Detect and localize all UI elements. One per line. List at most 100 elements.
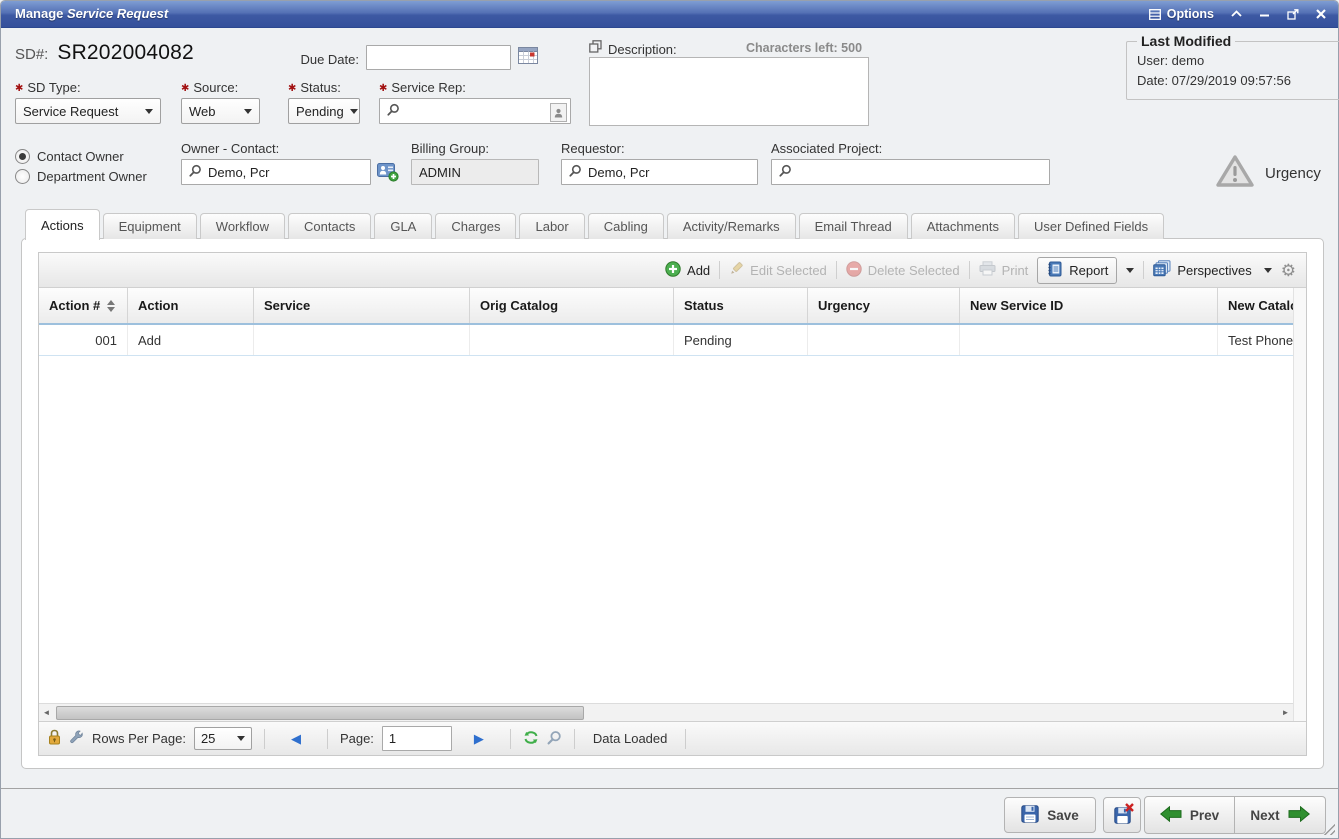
- tab-email-thread[interactable]: Email Thread: [799, 213, 908, 239]
- column-header-action[interactable]: Action: [128, 288, 254, 323]
- department-owner-radio[interactable]: Department Owner: [15, 169, 147, 184]
- tab-actions[interactable]: Actions: [25, 209, 100, 240]
- tab-user-defined-fields[interactable]: User Defined Fields: [1018, 213, 1164, 239]
- description-textarea[interactable]: [589, 57, 869, 126]
- next-button[interactable]: Next: [1235, 796, 1326, 834]
- pager-status: Data Loaded: [593, 731, 667, 746]
- tab-charges[interactable]: Charges: [435, 213, 516, 239]
- save-button[interactable]: Save: [1004, 797, 1096, 833]
- tab-activity-remarks[interactable]: Activity/Remarks: [667, 213, 796, 239]
- next-label: Next: [1250, 808, 1279, 823]
- search-icon: [779, 164, 792, 180]
- report-dropdown-icon[interactable]: [1126, 268, 1134, 277]
- urgency-label: Urgency: [1265, 165, 1321, 182]
- last-modified-user: User: demo: [1137, 51, 1339, 71]
- scrollbar-track[interactable]: [54, 705, 1278, 720]
- next-page-icon[interactable]: ▶: [474, 732, 484, 745]
- tab-labor[interactable]: Labor: [519, 213, 584, 239]
- page-label: Page:: [340, 731, 374, 746]
- grid-header-row: Action # Action Service Orig Catalog Sta…: [39, 288, 1293, 325]
- gear-icon[interactable]: ⚙: [1281, 262, 1296, 279]
- refresh-icon[interactable]: [523, 730, 539, 748]
- lock-icon[interactable]: [48, 729, 61, 748]
- rows-per-page-select[interactable]: 25: [194, 727, 252, 750]
- delete-selected-button[interactable]: Delete Selected: [846, 261, 960, 280]
- due-date-input[interactable]: [366, 45, 511, 70]
- search-icon: [189, 164, 202, 180]
- column-header-status[interactable]: Status: [674, 288, 808, 323]
- save-and-close-button[interactable]: [1103, 797, 1141, 833]
- column-header-urgency[interactable]: Urgency: [808, 288, 960, 323]
- urgency-indicator[interactable]: Urgency: [1215, 154, 1321, 193]
- description-header: Description:: [589, 40, 677, 58]
- column-header-new-catalog[interactable]: New Catalog: [1218, 288, 1293, 323]
- add-button[interactable]: Add: [665, 261, 710, 280]
- source-select[interactable]: Web: [181, 98, 260, 124]
- add-icon: [665, 261, 681, 280]
- service-rep-label: ✱Service Rep:: [379, 80, 466, 95]
- cell-service: [254, 325, 470, 355]
- billing-group-input: ADMIN: [411, 159, 539, 185]
- tab-attachments[interactable]: Attachments: [911, 213, 1015, 239]
- column-header-new-service-id[interactable]: New Service ID: [960, 288, 1218, 323]
- service-rep-input[interactable]: [379, 98, 571, 124]
- add-contact-icon[interactable]: [377, 162, 399, 187]
- minimize-icon[interactable]: [1259, 10, 1270, 18]
- owner-contact-input[interactable]: Demo, Pcr: [181, 159, 371, 185]
- column-header-orig-catalog[interactable]: Orig Catalog: [470, 288, 674, 323]
- options-button[interactable]: Options: [1149, 7, 1214, 21]
- pager-separator: [685, 729, 686, 749]
- scrollbar-thumb[interactable]: [56, 706, 584, 720]
- printer-icon: [979, 261, 996, 279]
- expand-icon[interactable]: [589, 40, 602, 58]
- prev-page-icon[interactable]: ◀: [291, 732, 301, 745]
- scroll-left-icon[interactable]: ◄: [39, 705, 54, 721]
- close-icon[interactable]: [1316, 9, 1326, 19]
- table-row[interactable]: 001 Add Pending Test Phone S: [39, 325, 1293, 356]
- report-button[interactable]: Report: [1037, 257, 1117, 284]
- grid-toolbar: Add Edit Selected Delete Selected: [39, 253, 1306, 288]
- popout-icon[interactable]: [1287, 9, 1299, 20]
- contact-owner-radio[interactable]: Contact Owner: [15, 149, 124, 164]
- options-label: Options: [1167, 7, 1214, 21]
- pager-separator: [327, 729, 328, 749]
- calendar-icon[interactable]: [518, 46, 538, 70]
- perspectives-button[interactable]: Perspectives: [1153, 260, 1271, 280]
- requestor-input[interactable]: Demo, Pcr: [561, 159, 758, 185]
- search-grid-icon[interactable]: [547, 730, 562, 748]
- associated-project-input[interactable]: [771, 159, 1050, 185]
- tab-equipment[interactable]: Equipment: [103, 213, 197, 239]
- tab-gla[interactable]: GLA: [374, 213, 432, 239]
- arrow-right-icon: [1288, 806, 1310, 825]
- prev-next-group: Prev Next: [1144, 796, 1326, 834]
- sort-icon: [107, 300, 115, 312]
- collapse-icon[interactable]: [1231, 10, 1242, 18]
- save-label: Save: [1047, 808, 1079, 823]
- sd-type-select[interactable]: Service Request: [15, 98, 161, 124]
- scroll-right-icon[interactable]: ►: [1278, 705, 1293, 721]
- page-input[interactable]: [382, 726, 452, 751]
- person-picker-icon[interactable]: [550, 103, 567, 122]
- horizontal-scrollbar[interactable]: ◄ ►: [39, 703, 1293, 721]
- print-button[interactable]: Print: [979, 261, 1029, 279]
- tab-workflow[interactable]: Workflow: [200, 213, 285, 239]
- prev-button[interactable]: Prev: [1144, 796, 1235, 834]
- edit-selected-button[interactable]: Edit Selected: [729, 261, 827, 279]
- perspectives-label: Perspectives: [1177, 263, 1251, 278]
- vertical-scrollbar[interactable]: [1293, 288, 1306, 721]
- last-modified-panel: Last Modified User: demo Date: 07/29/201…: [1126, 33, 1339, 100]
- tab-contacts[interactable]: Contacts: [288, 213, 371, 239]
- wrench-icon[interactable]: [69, 730, 84, 748]
- cell-status: Pending: [674, 325, 808, 355]
- last-modified-date: Date: 07/29/2019 09:57:56: [1137, 71, 1339, 91]
- due-date-label: Due Date:: [289, 52, 359, 67]
- status-select[interactable]: Pending: [288, 98, 360, 124]
- column-header-service[interactable]: Service: [254, 288, 470, 323]
- warning-triangle-icon: [1215, 154, 1255, 193]
- required-icon: ✱: [15, 83, 23, 94]
- sd-number-label: SD#:: [15, 46, 48, 63]
- column-header-action-num[interactable]: Action #: [39, 288, 128, 323]
- tab-cabling[interactable]: Cabling: [588, 213, 664, 239]
- required-icon: ✱: [181, 83, 189, 94]
- grid-body: 001 Add Pending Test Phone S: [39, 325, 1293, 703]
